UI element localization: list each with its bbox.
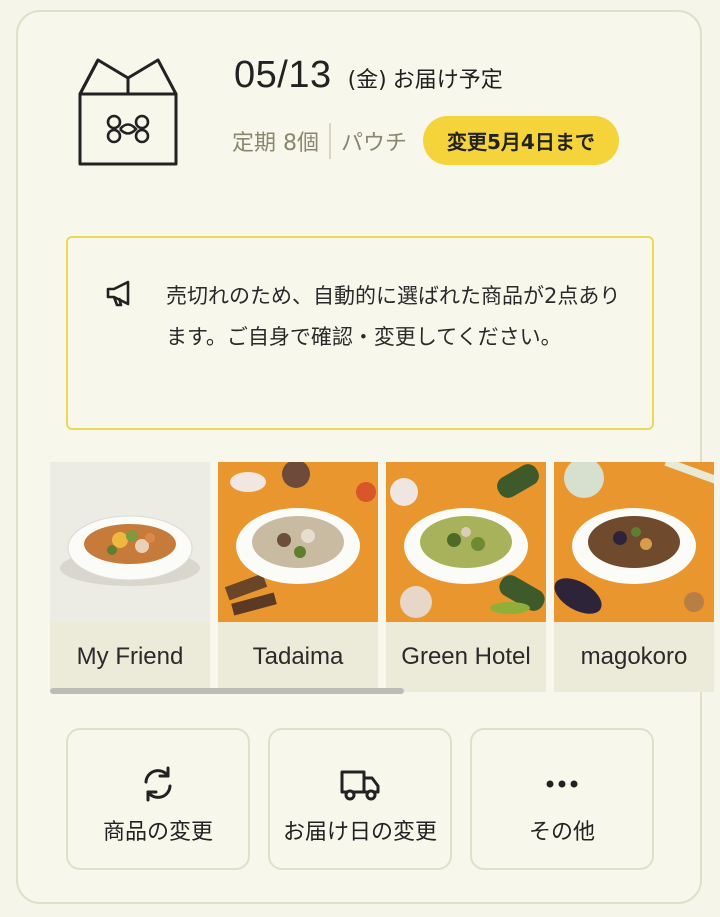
product-name: magokoro [554,622,714,692]
action-buttons: 商品の変更 お届け日の変更 その他 [66,728,654,870]
product-image [386,462,546,622]
refresh-icon [144,766,172,802]
delivery-meta-row: 定期 8個 パウチ 変更5月4日まで [232,116,619,165]
delivery-date: 05/13 [234,54,332,96]
action-label: 商品の変更 [102,820,213,845]
product-image [50,462,210,622]
delivery-weekday: (金) [347,68,387,93]
product-name: Tadaima [218,622,378,692]
change-deadline-badge[interactable]: 変更5月4日まで [423,116,619,165]
product-item[interactable]: My Friend [50,462,210,692]
product-image [554,462,714,622]
action-label: お届け日の変更 [282,820,437,845]
carousel-scrollbar[interactable] [50,688,404,694]
product-image [218,462,378,622]
action-label: その他 [528,820,595,845]
soldout-notice: 売切れのため、自動的に選ばれた商品が2点あります。ご自身で確認・変更してください… [66,236,654,430]
product-item[interactable]: magokoro [554,462,714,692]
product-item[interactable]: Tadaima [218,462,378,692]
truck-icon [340,770,380,801]
megaphone-icon [106,280,130,307]
product-name: My Friend [50,622,210,692]
plan-label: 定期 8個 [232,130,319,156]
box-logo-icon [78,58,178,166]
product-name: Green Hotel [386,622,546,692]
more-icon [546,780,578,788]
delivery-date-row: 05/13 (金) お届け予定 [234,54,503,97]
notice-message: 売切れのため、自動的に選ばれた商品が2点あります。ご自身で確認・変更してください… [166,284,621,349]
divider [329,122,331,159]
product-item[interactable]: Green Hotel [386,462,546,692]
change-delivery-date-button[interactable]: お届け日の変更 [268,728,452,870]
product-carousel[interactable]: My Friend Tadaima Green Hotel magokoro [50,462,720,698]
package-label: パウチ [341,130,408,156]
delivery-label: お届け予定 [392,68,503,93]
more-button[interactable]: その他 [470,728,654,870]
change-products-button[interactable]: 商品の変更 [66,728,250,870]
